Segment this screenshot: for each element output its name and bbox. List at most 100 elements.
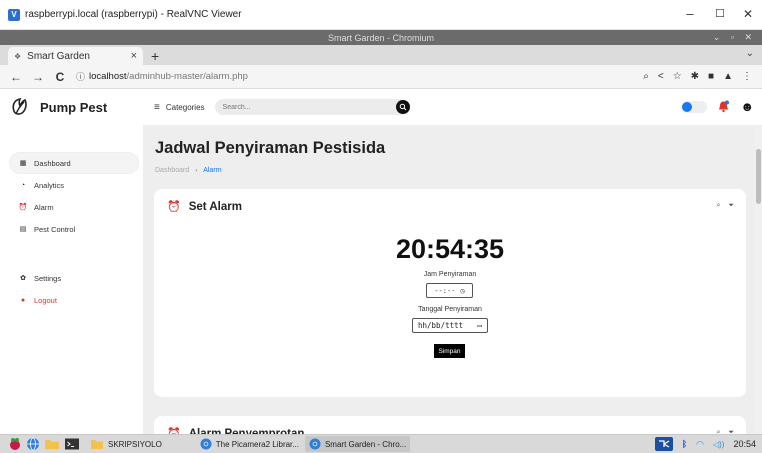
save-button[interactable]: Simpan <box>434 344 465 358</box>
search-form <box>214 99 410 115</box>
leaf-logo-icon <box>12 97 27 115</box>
page-scrollbar[interactable] <box>755 125 762 434</box>
app-header: Pump Pest ≡ Categories ☻ <box>0 89 762 125</box>
search-input[interactable] <box>222 103 393 111</box>
analytics-icon: ◔ <box>20 181 26 189</box>
hamburger-menu-icon[interactable]: ≡ <box>154 102 160 113</box>
bookmark-star-icon[interactable]: ☆ <box>673 71 682 82</box>
dashboard-icon: ▦ <box>19 160 27 167</box>
web-page: Pump Pest ≡ Categories ☻ <box>0 89 762 446</box>
search-icon <box>399 103 406 111</box>
vnc-server-icon[interactable] <box>654 437 673 451</box>
brand[interactable]: Pump Pest <box>10 97 140 117</box>
logout-icon: ● <box>20 296 26 304</box>
side-panel-icon[interactable]: ■ <box>708 71 714 82</box>
site-info-icon[interactable]: ⓘ <box>76 70 85 83</box>
taskbar-item-label: Smart Garden - Chro... <box>324 439 407 449</box>
sidebar-item-label: Pest Control <box>34 224 76 234</box>
sidebar-item-label: Analytics <box>34 180 65 190</box>
sidebar-item-settings[interactable]: ✿ Settings <box>10 268 138 288</box>
date-label: Tanggal Penyiraman <box>418 306 482 313</box>
tab-search-icon[interactable]: ⌄ <box>746 48 754 59</box>
vnc-titlebar: V raspberrypi.local (raspberrypi) - Real… <box>0 0 762 30</box>
file-manager-icon[interactable] <box>44 437 60 451</box>
set-alarm-card: ⏰ Set Alarm ⌕ ⏷ 20:54:35 Jam Penyiraman … <box>154 189 746 397</box>
tab-smart-garden[interactable]: ❖ Smart Garden × <box>8 47 143 65</box>
url-host: localhost <box>89 71 127 82</box>
profile-icon[interactable]: ▲ <box>723 71 733 82</box>
maximize-button[interactable]: ☐ <box>710 7 730 20</box>
time-placeholder: --:-- <box>434 286 456 295</box>
share-icon[interactable]: < <box>658 71 664 82</box>
browser-window-controls[interactable]: ⌄ ▫ ✕ <box>713 32 756 43</box>
raspberry-menu-icon[interactable] <box>8 437 22 451</box>
date-placeholder: hh/bb/tttt <box>418 321 464 330</box>
taskbar-item-folder[interactable]: SKRIPSIYOLO <box>86 436 166 452</box>
calendar-icon[interactable]: ▭ <box>477 321 482 330</box>
pest-control-icon: ▤ <box>19 226 27 233</box>
minimize-button[interactable]: – <box>680 6 700 21</box>
new-tab-button[interactable]: + <box>151 47 159 65</box>
chromium-icon <box>200 438 212 450</box>
browser-menu-icon[interactable]: ⋮ <box>742 71 752 82</box>
tab-title: Smart Garden <box>27 50 90 62</box>
terminal-icon[interactable] <box>64 437 80 451</box>
sidebar-item-alarm[interactable]: ⏰ Alarm <box>10 197 138 217</box>
web-browser-launcher-icon[interactable] <box>26 437 40 451</box>
chromium-icon <box>309 438 321 450</box>
scrollbar-thumb[interactable] <box>756 149 761 204</box>
sidebar-item-label: Alarm <box>34 202 54 212</box>
os-taskbar: SKRIPSIYOLO The Picamera2 Librar... Smar… <box>0 434 762 453</box>
browser-titlebar: Smart Garden - Chromium ⌄ ▫ ✕ <box>0 30 762 45</box>
breadcrumb-separator-icon: › <box>195 167 198 174</box>
browser-window-title: Smart Garden - Chromium <box>327 32 435 43</box>
settings-gear-icon: ✿ <box>20 275 26 282</box>
sidebar-item-label: Logout <box>34 295 57 305</box>
tab-strip: ❖ Smart Garden × + ⌄ <box>0 45 762 65</box>
taskbar-item-smart-garden[interactable]: Smart Garden - Chro... <box>304 436 411 452</box>
categories-label[interactable]: Categories <box>166 103 205 112</box>
sidebar-item-analytics[interactable]: ◔ Analytics <box>10 175 138 195</box>
volume-icon[interactable]: ◁)) <box>713 440 724 449</box>
current-time-clock: 20:54:35 <box>395 234 505 264</box>
notification-bell-icon[interactable] <box>717 100 730 113</box>
breadcrumb-current[interactable]: Alarm <box>203 167 221 174</box>
switch-knob <box>682 101 693 112</box>
vnc-window-title: raspberrypi.local (raspberrypi) - RealVN… <box>25 9 242 20</box>
sidebar-item-logout[interactable]: ● Logout <box>10 290 138 310</box>
taskbar-item-label: SKRIPSIYOLO <box>108 439 162 449</box>
close-button[interactable]: ✕ <box>738 7 758 21</box>
address-bar[interactable]: ⓘ localhost/adminhub-master/alarm.php <box>76 70 643 83</box>
brand-name: Pump Pest <box>40 99 108 115</box>
wifi-icon[interactable]: ◠ <box>696 439 704 450</box>
tab-close-icon[interactable]: × <box>131 50 137 62</box>
sidebar-item-label: Settings <box>34 273 62 283</box>
search-button[interactable] <box>395 100 410 114</box>
breadcrumb: Dashboard › Alarm <box>155 167 222 174</box>
taskbar-item-label: The Picamera2 Librar... <box>215 439 299 449</box>
breadcrumb-home[interactable]: Dashboard <box>155 167 189 174</box>
zoom-icon[interactable]: ⌕ <box>643 71 649 82</box>
time-input[interactable]: --:-- ◷ <box>426 283 473 298</box>
user-profile-icon[interactable]: ☻ <box>740 99 754 114</box>
sidebar: ▦ Dashboard ◔ Analytics ⏰ Alarm ▤ Pest C… <box>0 125 143 434</box>
date-input[interactable]: hh/bb/tttt ▭ <box>412 318 488 333</box>
folder-icon <box>91 440 103 449</box>
reload-button[interactable]: C <box>54 70 66 84</box>
card-filter-icon[interactable]: ⏷ <box>728 202 734 210</box>
dark-mode-switch[interactable] <box>681 100 708 113</box>
taskbar-clock[interactable]: 20:54 <box>733 439 756 449</box>
back-button[interactable]: ← <box>10 70 22 84</box>
sidebar-item-dashboard[interactable]: ▦ Dashboard <box>10 153 138 173</box>
card-search-icon[interactable]: ⌕ <box>716 202 720 210</box>
extensions-icon[interactable]: ✱ <box>691 71 699 82</box>
clock-icon[interactable]: ◷ <box>460 287 464 295</box>
bluetooth-icon[interactable]: ᛒ <box>682 439 687 449</box>
alarm-icon: ⏰ <box>18 204 28 211</box>
taskbar-item-picamera[interactable]: The Picamera2 Librar... <box>196 436 303 452</box>
forward-button[interactable]: → <box>32 70 44 84</box>
categories-menu[interactable]: ≡ Categories <box>154 102 205 113</box>
sidebar-item-pest-control[interactable]: ▤ Pest Control <box>10 219 138 239</box>
sidebar-item-label: Dashboard <box>34 158 71 168</box>
vnc-logo-icon: V <box>8 8 20 21</box>
